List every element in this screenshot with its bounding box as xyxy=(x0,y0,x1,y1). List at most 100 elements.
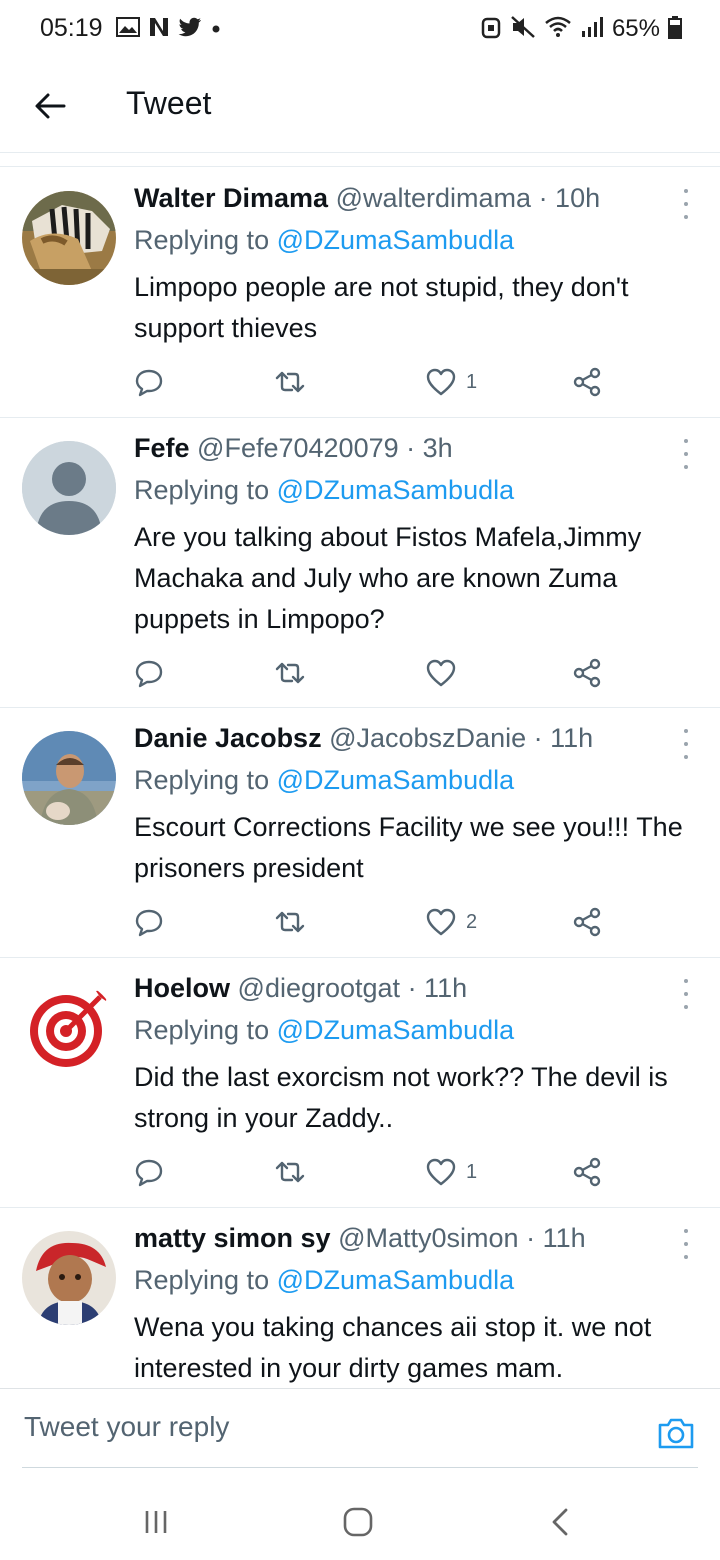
reply-feed[interactable]: Walter Dimama @walterdimama · 10h Replyi… xyxy=(0,166,720,1389)
timestamp: · 11h xyxy=(526,1223,586,1253)
tweet-actions: 1 xyxy=(134,367,614,397)
replying-to: Replying to @DZumaSambudla xyxy=(134,1265,515,1295)
tweet-text: Limpopo people are not stupid, they don'… xyxy=(134,272,629,343)
tweet-item[interactable]: matty simon sy @Matty0simon · 11h Replyi… xyxy=(0,1207,720,1389)
mention-link[interactable]: @DZumaSambudla xyxy=(277,225,515,255)
dot-icon xyxy=(210,17,222,42)
display-name[interactable]: Fefe xyxy=(134,433,190,463)
recent-apps-icon[interactable] xyxy=(136,1502,176,1542)
more-options-icon[interactable] xyxy=(680,189,692,219)
alarm-icon xyxy=(480,15,502,44)
twitter-icon xyxy=(178,17,202,42)
share-button[interactable] xyxy=(572,367,602,397)
share-button[interactable] xyxy=(572,907,602,937)
share-button[interactable] xyxy=(572,658,602,688)
more-options-icon[interactable] xyxy=(680,439,692,469)
like-button[interactable]: 1 xyxy=(426,367,477,397)
heart-icon xyxy=(426,659,456,687)
share-icon xyxy=(573,367,601,397)
tweet-header: Fefe @Fefe70420079 · 3h xyxy=(134,433,453,464)
wifi-icon xyxy=(544,15,572,44)
tweet-item[interactable]: Danie Jacobsz @JacobszDanie · 11h Replyi… xyxy=(0,707,720,958)
system-nav-bar xyxy=(0,1480,720,1560)
retweet-button[interactable] xyxy=(274,907,306,937)
tweet-actions xyxy=(134,658,614,688)
timestamp: · 11h xyxy=(407,973,468,1003)
heart-icon xyxy=(426,908,456,936)
mention-link[interactable]: @DZumaSambudla xyxy=(277,475,515,505)
display-name[interactable]: matty simon sy xyxy=(134,1223,331,1253)
tweet-header: Danie Jacobsz @JacobszDanie · 11h xyxy=(134,723,593,754)
share-icon xyxy=(573,658,601,688)
timestamp: · 11h xyxy=(533,723,594,753)
tweet-item[interactable]: Fefe @Fefe70420079 · 3h Replying to @DZu… xyxy=(0,417,720,708)
avatar[interactable] xyxy=(22,981,116,1075)
like-button[interactable]: 2 xyxy=(426,907,477,937)
reply-button[interactable] xyxy=(134,367,164,397)
retweet-icon xyxy=(275,1161,305,1183)
avatar[interactable] xyxy=(22,191,116,285)
reply-input[interactable] xyxy=(22,1401,626,1453)
retweet-button[interactable] xyxy=(274,1157,306,1187)
heart-icon xyxy=(426,1158,456,1186)
reply-icon xyxy=(135,909,163,937)
reply-button[interactable] xyxy=(134,658,164,688)
timestamp: · 3h xyxy=(406,433,453,463)
like-count: 1 xyxy=(466,1160,478,1183)
status-bar: 05:19 65% xyxy=(0,0,720,60)
tweet-text: Wena you taking chances aii stop it. we … xyxy=(134,1312,652,1383)
app-header: Tweet xyxy=(0,60,720,153)
tweet-item[interactable]: Walter Dimama @walterdimama · 10h Replyi… xyxy=(0,167,720,418)
avatar[interactable] xyxy=(22,1231,116,1325)
mention-link[interactable]: @DZumaSambudla xyxy=(277,1265,515,1295)
handle[interactable]: @diegrootgat xyxy=(238,973,401,1003)
netflix-icon xyxy=(148,17,170,42)
tweet-item[interactable]: Hoelow @diegrootgat · 11h Replying to @D… xyxy=(0,957,720,1208)
tweet-header: Hoelow @diegrootgat · 11h xyxy=(134,973,467,1004)
share-button[interactable] xyxy=(572,1157,602,1187)
display-name[interactable]: Hoelow xyxy=(134,973,230,1003)
camera-icon[interactable] xyxy=(656,1415,696,1455)
tweet-text: Did the last exorcism not work?? The dev… xyxy=(134,1062,668,1133)
reply-icon xyxy=(135,369,163,397)
share-icon xyxy=(573,907,601,937)
more-options-icon[interactable] xyxy=(680,979,692,1009)
back-arrow-icon[interactable] xyxy=(30,86,70,126)
replying-to: Replying to @DZumaSambudla xyxy=(134,475,515,505)
like-count: 1 xyxy=(466,370,478,393)
signal-icon xyxy=(580,15,604,44)
more-options-icon[interactable] xyxy=(680,729,692,759)
nav-back-icon[interactable] xyxy=(540,1502,580,1542)
reply-button[interactable] xyxy=(134,1157,164,1187)
replying-to: Replying to @DZumaSambudla xyxy=(134,765,515,795)
handle[interactable]: @walterdimama xyxy=(336,183,531,213)
reply-button[interactable] xyxy=(134,907,164,937)
like-button[interactable] xyxy=(426,658,466,688)
page-title: Tweet xyxy=(126,85,212,121)
retweet-button[interactable] xyxy=(274,658,306,688)
handle[interactable]: @Fefe70420079 xyxy=(197,433,399,463)
replying-to: Replying to @DZumaSambudla xyxy=(134,225,515,255)
retweet-icon xyxy=(275,911,305,933)
avatar[interactable] xyxy=(22,441,116,535)
tweet-text: Are you talking about Fistos Mafela,Jimm… xyxy=(134,522,642,634)
display-name[interactable]: Walter Dimama xyxy=(134,183,328,213)
reply-icon xyxy=(135,1159,163,1187)
status-time: 05:19 xyxy=(40,14,103,42)
handle[interactable]: @Matty0simon xyxy=(338,1223,518,1253)
avatar[interactable] xyxy=(22,731,116,825)
retweet-button[interactable] xyxy=(274,367,306,397)
more-options-icon[interactable] xyxy=(680,1229,692,1259)
timestamp: · 10h xyxy=(538,183,601,213)
like-button[interactable]: 1 xyxy=(426,1157,477,1187)
reply-composer xyxy=(0,1388,720,1469)
share-icon xyxy=(573,1157,601,1187)
display-name[interactable]: Danie Jacobsz xyxy=(134,723,322,753)
mention-link[interactable]: @DZumaSambudla xyxy=(277,765,515,795)
battery-icon xyxy=(668,15,682,44)
tweet-header: matty simon sy @Matty0simon · 11h xyxy=(134,1223,586,1254)
mention-link[interactable]: @DZumaSambudla xyxy=(277,1015,515,1045)
handle[interactable]: @JacobszDanie xyxy=(329,723,526,753)
retweet-icon xyxy=(275,662,305,684)
home-icon[interactable] xyxy=(338,1502,378,1542)
